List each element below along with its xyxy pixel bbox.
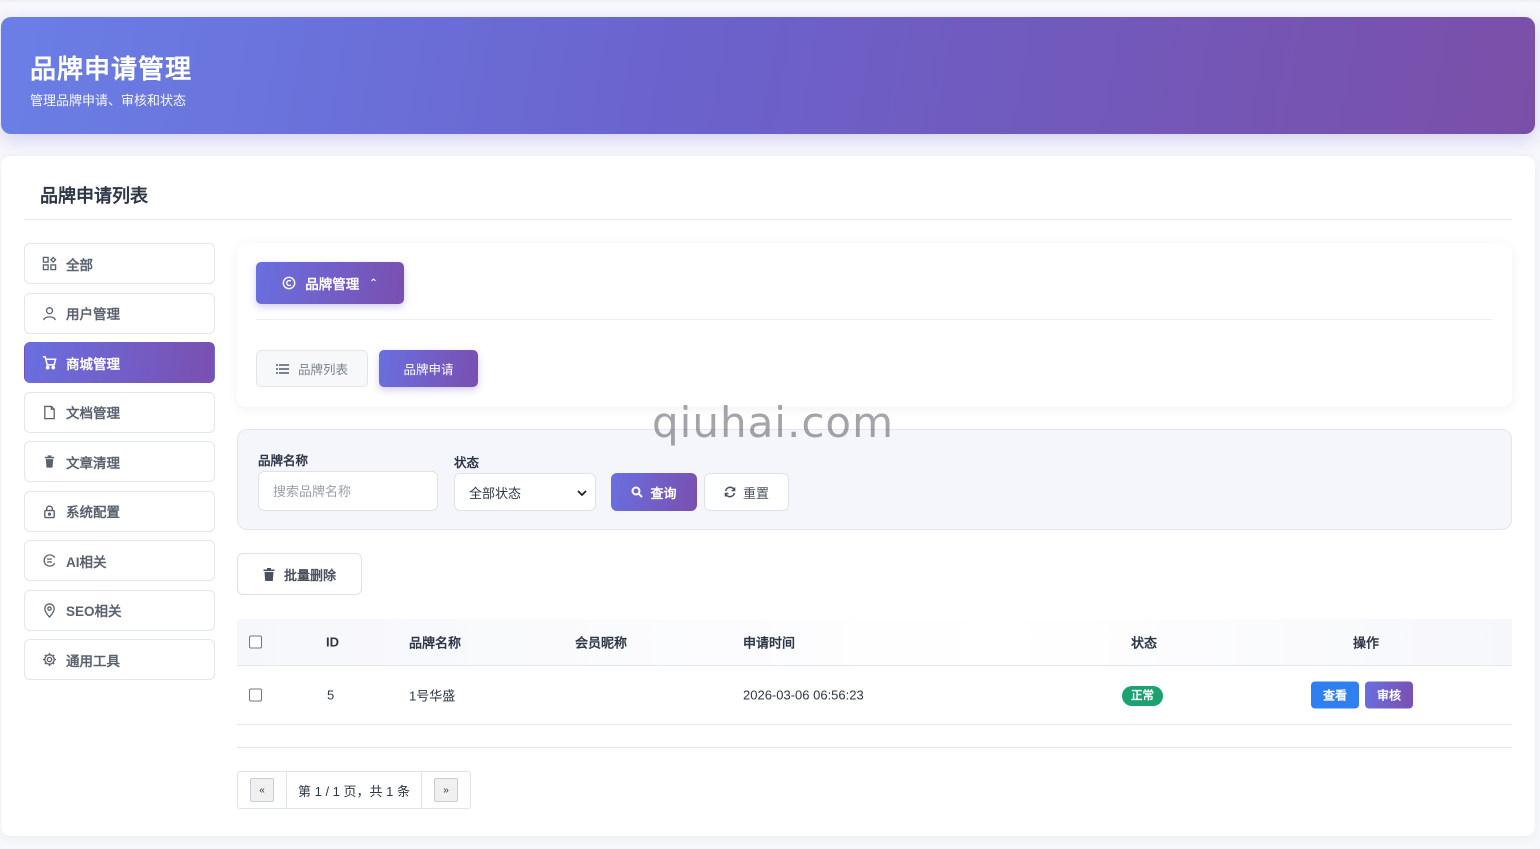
grid-icon	[40, 255, 58, 273]
sidebar-item-label: 通用工具	[66, 653, 120, 669]
tab-label: 品牌申请	[403, 363, 454, 377]
status-select[interactable]: 全部状态	[454, 473, 596, 511]
status-badge-label: 正常	[1122, 686, 1163, 706]
column-header-status: 状态	[1131, 635, 1158, 651]
page-title: 品牌申请管理	[30, 54, 193, 84]
batch-delete-label: 批量删除	[283, 567, 336, 583]
row-apply-time: 2026-03-06 06:56:23	[743, 687, 864, 703]
sidebar-item-mall[interactable]: 商城管理	[24, 342, 215, 383]
sidebar-item-system-config[interactable]: 系统配置	[24, 490, 215, 532]
sidebar-item-label: SEO相关	[66, 604, 122, 619]
card-divider	[24, 219, 1512, 220]
copyright-icon	[282, 276, 296, 290]
trash-icon	[40, 453, 58, 471]
pagination-info: 第 1 / 1 页，共 1 条	[286, 772, 422, 808]
prev-page-button[interactable]: «	[250, 778, 274, 802]
gear-icon	[40, 651, 58, 669]
chevron-up-icon: ⌃	[369, 277, 378, 289]
column-header-brand-name: 品牌名称	[409, 635, 462, 651]
column-header-id: ID	[326, 634, 339, 650]
row-id: 5	[327, 687, 335, 703]
brand-name-search-input[interactable]	[258, 471, 438, 511]
sidebar-item-article-clean[interactable]: 文章清理	[24, 441, 215, 482]
sidebar-item-tools[interactable]: 通用工具	[24, 639, 215, 680]
brand-name-label: 品牌名称	[258, 454, 309, 468]
column-header-apply-time: 申请时间	[743, 635, 796, 651]
brand-apply-table: ID 品牌名称 会员昵称 申请时间 状态 操作 5 1号华盛 2026-03-0…	[237, 619, 1512, 725]
module-nav-panel: 品牌管理 ⌃ 品牌列表 品牌申请	[237, 243, 1512, 407]
sidebar-item-label: 用户管理	[66, 307, 120, 322]
ai-icon	[40, 552, 58, 570]
reset-button[interactable]: 重置	[704, 473, 789, 511]
sidebar-item-label: 文章清理	[66, 455, 120, 471]
list-icon	[275, 363, 289, 375]
status-badge: 正常	[1122, 686, 1163, 706]
query-button-label: 查询	[650, 485, 677, 501]
sidebar-item-label: 全部	[66, 257, 93, 273]
sidebar-item-label: 商城管理	[66, 356, 120, 372]
column-header-actions: 操作	[1353, 635, 1380, 651]
query-button[interactable]: 查询	[611, 473, 697, 511]
column-header-member-nickname: 会员昵称	[575, 635, 628, 651]
sidebar-item-seo[interactable]: SEO相关	[24, 589, 215, 631]
next-page-button[interactable]: »	[433, 778, 458, 802]
audit-button[interactable]: 审核	[1365, 681, 1414, 709]
page-header: 品牌申请管理 管理品牌申请、审核和状态	[1, 17, 1535, 134]
document-icon	[40, 403, 58, 421]
status-label: 状态	[454, 456, 480, 470]
sidebar-item-all[interactable]: 全部	[24, 243, 215, 284]
view-button[interactable]: 查看	[1311, 681, 1360, 709]
chevron-down-icon	[577, 485, 587, 500]
tab-brand-list[interactable]: 品牌列表	[256, 350, 368, 387]
sidebar-item-docs[interactable]: 文档管理	[24, 391, 215, 433]
brand-management-dropdown[interactable]: 品牌管理 ⌃	[256, 262, 404, 304]
pagination-divider	[237, 747, 1512, 748]
reset-button-label: 重置	[742, 485, 769, 501]
top-border-line	[0, 0, 1540, 2]
main-card: 品牌申请列表 全部 用户管理 商城管理 文档管理 文章清理 系统配置 AI相关 …	[1, 156, 1535, 836]
refresh-icon	[724, 486, 736, 498]
status-select-value: 全部状态	[469, 485, 522, 501]
table-header: ID 品牌名称 会员昵称 申请时间 状态 操作	[237, 619, 1512, 666]
page-subtitle: 管理品牌申请、审核和状态	[30, 93, 187, 108]
sidebar-item-label: AI相关	[66, 554, 107, 570]
sidebar-item-ai[interactable]: AI相关	[24, 540, 215, 581]
sidebar-item-label: 文档管理	[66, 406, 120, 421]
cart-icon	[40, 354, 58, 372]
trash-icon	[263, 567, 275, 581]
sidebar-item-label: 系统配置	[66, 505, 120, 520]
tab-brand-apply[interactable]: 品牌申请	[379, 350, 478, 387]
select-all-checkbox[interactable]	[249, 635, 262, 649]
pagination: « 第 1 / 1 页，共 1 条 »	[237, 771, 471, 809]
location-pin-icon	[40, 601, 58, 619]
row-brand-name: 1号华盛	[409, 688, 456, 704]
table-row: 5 1号华盛 2026-03-06 06:56:23 正常 查看 审核	[237, 666, 1512, 725]
brand-management-label: 品牌管理	[305, 277, 360, 292]
sidebar-item-users[interactable]: 用户管理	[24, 292, 215, 334]
row-actions: 查看 审核	[1311, 681, 1414, 709]
batch-delete-button[interactable]: 批量删除	[237, 553, 362, 595]
sidebar: 全部 用户管理 商城管理 文档管理 文章清理 系统配置 AI相关 SEO相关 通…	[24, 243, 215, 689]
search-icon	[631, 486, 644, 498]
lock-icon	[40, 502, 58, 520]
nav-divider	[256, 319, 1493, 320]
card-title: 品牌申请列表	[40, 186, 148, 206]
row-checkbox[interactable]	[249, 688, 262, 702]
user-icon	[40, 304, 58, 322]
tab-label: 品牌列表	[297, 363, 348, 377]
watermark-text: qiuhai.com	[652, 398, 895, 447]
